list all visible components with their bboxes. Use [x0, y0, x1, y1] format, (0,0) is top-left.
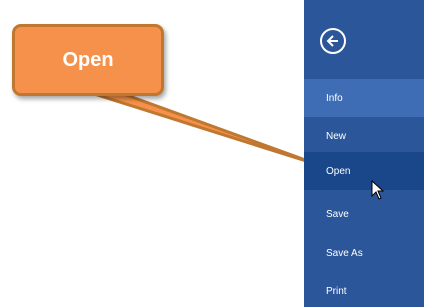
menu-item-save-as[interactable]: Save As [304, 234, 424, 272]
mouse-pointer-icon [371, 180, 385, 200]
callout-label: Open [62, 48, 114, 71]
back-arrow-circle-icon [326, 35, 338, 47]
menu-item-label: Info [326, 92, 343, 104]
menu-item-label: Save [326, 208, 349, 220]
menu-item-new[interactable]: New [304, 117, 424, 155]
screen: Open Info New Open Save Save As Print [0, 0, 424, 307]
file-menu: Info New Open Save Save As Print [304, 0, 424, 307]
menu-item-open[interactable]: Open [304, 152, 424, 190]
menu-item-label: Open [326, 165, 351, 177]
menu-item-label: Print [326, 285, 347, 297]
menu-item-info[interactable]: Info [304, 79, 424, 117]
back-button[interactable] [320, 28, 346, 54]
menu-item-save[interactable]: Save [304, 195, 424, 233]
callout-box: Open [12, 24, 164, 96]
menu-item-label: Save As [326, 247, 363, 259]
menu-item-print[interactable]: Print [304, 272, 424, 307]
menu-item-label: New [326, 130, 347, 142]
